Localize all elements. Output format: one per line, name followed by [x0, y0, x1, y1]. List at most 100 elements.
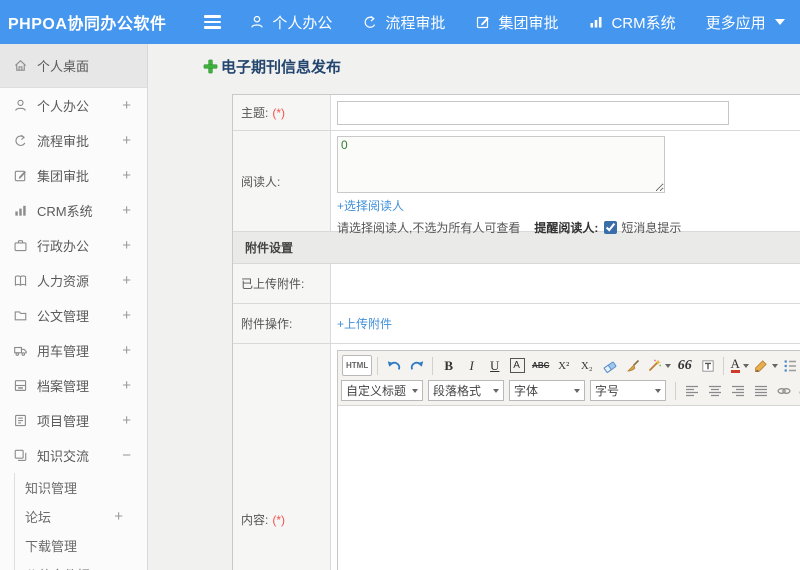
strikethrough-button[interactable]: ABC: [530, 355, 551, 376]
sidebar-item-group-approval[interactable]: 集团审批 +: [0, 158, 147, 193]
uploaded-attachments-row: 已上传附件:: [233, 264, 800, 304]
chevron-down-icon: [493, 388, 499, 393]
subject-row: 主题: (*): [233, 95, 800, 131]
sidebar: 个人桌面 个人办公 + 流程审批 + 集团审批 + CRM系统 + 行政办公 +: [0, 44, 148, 570]
workflow-icon: [362, 14, 378, 30]
format-eraser-button[interactable]: [599, 355, 620, 376]
expand-plus-icon[interactable]: +: [122, 97, 137, 114]
font-family-select[interactable]: 字体: [509, 380, 585, 401]
undo-button[interactable]: [383, 355, 404, 376]
folder-icon: [13, 308, 28, 323]
sidebar-item-admin-office[interactable]: 行政办公 +: [0, 228, 147, 263]
align-justify-icon: [753, 383, 769, 399]
sidebar-item-crm-system[interactable]: CRM系统 +: [0, 193, 147, 228]
custom-heading-select[interactable]: 自定义标题: [341, 380, 423, 401]
archive-box-icon: [13, 378, 28, 393]
font-size-select[interactable]: 字号: [590, 380, 666, 401]
collapse-minus-icon[interactable]: −: [122, 447, 137, 464]
expand-plus-icon[interactable]: +: [122, 237, 137, 254]
sidebar-subitem-forum[interactable]: 论坛 +: [15, 502, 147, 531]
sidebar-subitem-knowledge-management[interactable]: 知识管理: [15, 473, 147, 502]
expand-plus-icon[interactable]: +: [122, 202, 137, 219]
insert-template-button[interactable]: [697, 355, 718, 376]
subject-input[interactable]: [337, 100, 729, 125]
app-window: PHPOA协同办公软件 个人办公 流程审批 集团审批 CRM系统 更多应用 个人…: [0, 0, 800, 570]
align-right-button[interactable]: [727, 380, 748, 401]
toolbar-separator: [432, 356, 434, 375]
nav-crm-system[interactable]: CRM系统: [588, 12, 676, 33]
clipboard-text-icon: [700, 358, 716, 374]
paragraph-format-select[interactable]: 段落格式: [428, 380, 504, 401]
sidebar-item-knowledge-exchange[interactable]: 知识交流 −: [0, 438, 147, 473]
sidebar-subitem-public-file-cabinet[interactable]: 公共文件柜: [15, 560, 147, 570]
expand-plus-icon[interactable]: +: [122, 342, 137, 359]
required-mark: (*): [272, 105, 286, 120]
bold-button[interactable]: B: [438, 355, 459, 376]
format-brush-button[interactable]: [622, 355, 643, 376]
expand-plus-icon[interactable]: +: [122, 132, 137, 149]
green-plus-icon: [203, 59, 218, 74]
sidebar-item-personal-office[interactable]: 个人办公 +: [0, 88, 147, 123]
readers-hint-text: 请选择阅读人,不选为所有人可查看: [337, 221, 521, 235]
toolbar-separator: [377, 356, 379, 375]
top-nav: 个人办公 流程审批 集团审批 CRM系统 更多应用: [249, 12, 785, 33]
blockquote-button[interactable]: 66: [674, 355, 695, 376]
link-icon: [776, 383, 792, 399]
align-justify-button[interactable]: [750, 380, 771, 401]
align-center-button[interactable]: [704, 380, 725, 401]
hamburger-menu-button[interactable]: [204, 15, 222, 29]
chevron-down-icon: [574, 388, 580, 393]
nav-label: 流程审批: [385, 14, 446, 32]
readers-textarea[interactable]: 0: [337, 136, 665, 193]
redo-icon: [409, 358, 425, 374]
font-border-button[interactable]: A: [507, 355, 528, 376]
sidebar-item-human-resources[interactable]: 人力资源 +: [0, 263, 147, 298]
italic-button[interactable]: I: [461, 355, 482, 376]
superscript-button[interactable]: X²: [553, 355, 574, 376]
editor-canvas[interactable]: [338, 406, 800, 570]
insert-link-button[interactable]: [773, 380, 794, 401]
underline-button[interactable]: U: [484, 355, 505, 376]
nav-label: 更多应用: [705, 14, 766, 32]
bar-chart-icon: [13, 203, 28, 218]
highlight-color-dropdown-button[interactable]: [752, 355, 779, 376]
auto-typeset-dropdown-button[interactable]: [645, 355, 672, 376]
readers-row: 阅读人: 0 +选择阅读人 请选择阅读人,不选为所有人可查看 提醒阅读人: 短消…: [233, 131, 800, 235]
sidebar-item-archive-management[interactable]: 档案管理 +: [0, 368, 147, 403]
subscript-button[interactable]: X₂: [576, 355, 597, 376]
sidebar-subitem-download-management[interactable]: 下载管理: [15, 531, 147, 560]
nav-personal-office[interactable]: 个人办公: [249, 12, 332, 33]
app-title: PHPOA协同办公软件: [8, 16, 167, 33]
select-readers-link[interactable]: +选择阅读人: [337, 197, 404, 214]
sidebar-item-document-management[interactable]: 公文管理 +: [0, 298, 147, 333]
upload-attachment-link[interactable]: +上传附件: [337, 315, 392, 332]
html-source-button[interactable]: HTML: [342, 355, 373, 376]
nav-group-approval[interactable]: 集团审批: [475, 12, 558, 33]
redo-button[interactable]: [406, 355, 427, 376]
chevron-down-icon: [655, 388, 661, 393]
expand-plus-icon[interactable]: +: [122, 272, 137, 289]
remove-link-button[interactable]: [796, 380, 800, 401]
sidebar-item-project-management[interactable]: 项目管理 +: [0, 403, 147, 438]
attachment-section-header: 附件设置: [233, 232, 800, 264]
expand-plus-icon[interactable]: +: [122, 412, 137, 429]
bar-chart-icon: [588, 14, 604, 30]
nav-more-apps[interactable]: 更多应用: [706, 12, 785, 33]
sidebar-item-vehicle-management[interactable]: 用车管理 +: [0, 333, 147, 368]
sidebar-item-personal-desktop[interactable]: 个人桌面: [0, 44, 147, 88]
subject-label: 主题:: [241, 106, 269, 120]
remind-readers-label: 提醒阅读人:: [534, 221, 599, 235]
page-title: 电子期刊信息发布: [221, 59, 342, 76]
rich-text-editor: HTML B I U A ABC X² X₂ 66 A 自定义标题 段落格式 字…: [337, 350, 800, 570]
expand-plus-icon[interactable]: +: [122, 377, 137, 394]
nav-workflow-approval[interactable]: 流程审批: [362, 12, 445, 33]
font-color-dropdown-button[interactable]: A: [729, 355, 750, 376]
sms-remind-checkbox[interactable]: [604, 221, 618, 234]
person-icon: [249, 14, 265, 30]
expand-plus-icon[interactable]: +: [114, 508, 147, 525]
ordered-list-dropdown-button[interactable]: [781, 355, 800, 376]
expand-plus-icon[interactable]: +: [122, 307, 137, 324]
sidebar-item-workflow-approval[interactable]: 流程审批 +: [0, 123, 147, 158]
expand-plus-icon[interactable]: +: [122, 167, 137, 184]
align-left-button[interactable]: [681, 380, 702, 401]
